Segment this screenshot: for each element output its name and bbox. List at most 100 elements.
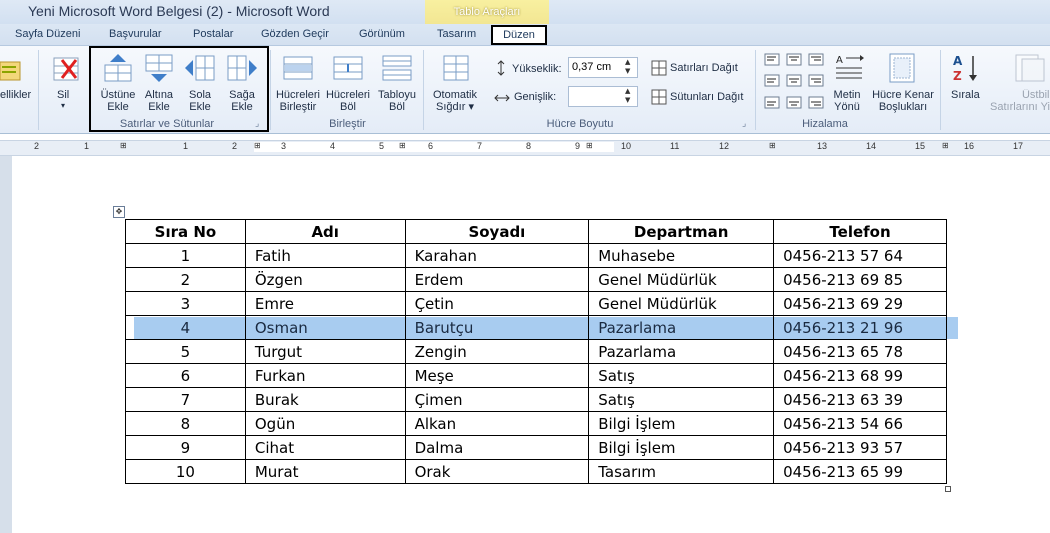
table-cell[interactable]: Furkan	[244, 363, 406, 388]
distribute-rows-icon[interactable]	[651, 60, 667, 80]
table-cell[interactable]: 0456-213 68 99	[773, 363, 947, 388]
table-resize-handle[interactable]	[945, 486, 951, 492]
table-row[interactable]: 4 Osman Barutçu Pazarlama 0456-213 21 96	[125, 315, 947, 340]
table-cell[interactable]: Bilgi İşlem	[588, 435, 775, 460]
table-cell[interactable]: 0456-213 57 64	[773, 243, 947, 268]
table-cell[interactable]: 0456-213 69 85	[773, 267, 947, 292]
column-header[interactable]: Departman	[588, 219, 775, 244]
split-cells-icon[interactable]	[332, 54, 364, 86]
ruler-column-marker[interactable]: ⊞	[120, 141, 127, 150]
alignment-grid-icons[interactable]	[764, 53, 828, 117]
ruler-column-marker[interactable]: ⊞	[942, 141, 949, 150]
table-cell[interactable]: Özgen	[244, 267, 406, 292]
split-table-icon[interactable]	[381, 54, 413, 86]
column-header[interactable]: Telefon	[773, 219, 947, 244]
ruler-column-marker[interactable]: ⊞	[586, 141, 593, 150]
table-cell[interactable]: 0456-213 65 78	[773, 339, 947, 364]
table-cell[interactable]: 5	[125, 339, 246, 364]
table-row[interactable]: 10 Murat Orak Tasarım 0456-213 65 99	[125, 459, 947, 484]
table-cell[interactable]: Genel Müdürlük	[588, 291, 775, 316]
cell-margins-icon[interactable]	[889, 53, 915, 87]
table-cell[interactable]: Murat	[244, 459, 406, 484]
table-cell[interactable]: Satış	[588, 363, 775, 388]
autofit-button[interactable]: Otomatik Sığdır ▾	[428, 89, 482, 113]
table-cell[interactable]: 0456-213 93 57	[773, 435, 947, 460]
row-height-value[interactable]: 0,37 cm	[572, 61, 611, 73]
tab-mailings[interactable]: Postalar	[193, 28, 233, 40]
column-width-spin-arrows[interactable]: ▲ ▼	[625, 87, 630, 105]
sort-icon[interactable]: AZ	[951, 53, 981, 87]
table-cell[interactable]: Orak	[404, 459, 590, 484]
table-cell[interactable]: Pazarlama	[588, 315, 775, 340]
table-cell[interactable]: Tasarım	[588, 459, 775, 484]
table-cell[interactable]: 1	[125, 243, 246, 268]
table-cell[interactable]: Turgut	[244, 339, 406, 364]
distribute-columns-icon[interactable]	[651, 89, 667, 109]
table-cell[interactable]: Karahan	[404, 243, 590, 268]
table-header-row[interactable]: Sıra No Adı Soyadı Departman Telefon	[125, 219, 947, 244]
tab-references[interactable]: Başvurular	[109, 28, 162, 40]
column-header[interactable]: Adı	[244, 219, 406, 244]
table-cell[interactable]: Satış	[588, 387, 775, 412]
table-cell[interactable]: 7	[125, 387, 246, 412]
table-row[interactable]: 7 Burak Çimen Satış 0456-213 63 39	[125, 387, 947, 412]
table-cell[interactable]: 3	[125, 291, 246, 316]
table-cell[interactable]: Barutçu	[404, 315, 590, 340]
cell-margins-button[interactable]: Hücre Kenar Boşlukları	[871, 89, 935, 113]
delete-dropdown-arrow[interactable]: ▾	[61, 100, 65, 112]
table-cell[interactable]: Dalma	[404, 435, 590, 460]
table-cell[interactable]: Burak	[244, 387, 406, 412]
table-cell[interactable]: Pazarlama	[588, 339, 775, 364]
cell-size-launcher-icon[interactable]: ⌟	[742, 119, 746, 129]
tab-review[interactable]: Gözden Geçir	[261, 28, 329, 40]
table-cell[interactable]: 10	[125, 459, 246, 484]
table-cell[interactable]: Ogün	[244, 411, 406, 436]
employee-table[interactable]: Sıra No Adı Soyadı Departman Telefon 1 Fatih K…	[125, 219, 947, 484]
table-cell[interactable]: Cihat	[244, 435, 406, 460]
properties-button-label[interactable]: ellikler	[0, 89, 31, 101]
table-row[interactable]: 1 Fatih Karahan Muhasebe 0456-213 57 64	[125, 243, 947, 268]
table-row[interactable]: 3 Emre Çetin Genel Müdürlük 0456-213 69 29	[125, 291, 947, 316]
table-row[interactable]: 8 Ogün Alkan Bilgi İşlem 0456-213 54 66	[125, 411, 947, 436]
split-table-button[interactable]: Tabloyu Böl	[374, 89, 420, 113]
table-cell[interactable]: Emre	[244, 291, 406, 316]
autofit-icon[interactable]	[441, 53, 471, 87]
table-cell[interactable]: 8	[125, 411, 246, 436]
column-header[interactable]: Soyadı	[404, 219, 590, 244]
delete-table-icon[interactable]	[52, 54, 82, 88]
table-cell[interactable]: Meşe	[404, 363, 590, 388]
table-row[interactable]: 9 Cihat Dalma Bilgi İşlem 0456-213 93 57	[125, 435, 947, 460]
ruler-column-marker[interactable]: ⊞	[254, 141, 261, 150]
table-cell[interactable]: 9	[125, 435, 246, 460]
row-height-spinner[interactable]: 0,37 cm ▲ ▼	[568, 57, 638, 78]
table-cell[interactable]: 6	[125, 363, 246, 388]
tab-layout[interactable]: Düzen	[491, 25, 547, 45]
table-cell[interactable]: Zengin	[404, 339, 590, 364]
table-cell[interactable]: Genel Müdürlük	[588, 267, 775, 292]
column-header[interactable]: Sıra No	[125, 219, 246, 244]
ruler-column-marker[interactable]: ⊞	[399, 141, 406, 150]
tab-design[interactable]: Tasarım	[437, 28, 476, 40]
row-height-spin-arrows[interactable]: ▲ ▼	[625, 58, 630, 76]
split-cells-button[interactable]: Hücreleri Böl	[324, 89, 372, 113]
distribute-columns-button[interactable]: Sütunları Dağıt	[670, 91, 743, 103]
table-row[interactable]: 2 Özgen Erdem Genel Müdürlük 0456-213 69 85	[125, 267, 947, 292]
column-width-spinner[interactable]: ▲ ▼	[568, 86, 638, 107]
table-cell[interactable]: Bilgi İşlem	[588, 411, 775, 436]
table-cell[interactable]: 0456-213 69 29	[773, 291, 947, 316]
table-cell[interactable]: 0456-213 54 66	[773, 411, 947, 436]
table-cell[interactable]: Osman	[244, 315, 406, 340]
table-row[interactable]: 5 Turgut Zengin Pazarlama 0456-213 65 78	[125, 339, 947, 364]
distribute-rows-button[interactable]: Satırları Dağıt	[670, 62, 738, 74]
table-cell[interactable]: 0456-213 63 39	[773, 387, 947, 412]
table-move-handle-icon[interactable]: ✥	[113, 206, 125, 218]
table-cell[interactable]: Fatih	[244, 243, 406, 268]
ruler-column-marker[interactable]: ⊞	[769, 141, 776, 150]
table-cell[interactable]: Çimen	[404, 387, 590, 412]
merge-cells-button[interactable]: Hücreleri Birleştir	[274, 89, 322, 113]
table-cell[interactable]: 2	[125, 267, 246, 292]
text-direction-button[interactable]: Metin Yönü	[829, 89, 865, 113]
merge-cells-icon[interactable]	[282, 54, 314, 86]
table-cell[interactable]: 0456-213 21 96	[773, 315, 947, 340]
properties-icon[interactable]	[0, 56, 24, 84]
